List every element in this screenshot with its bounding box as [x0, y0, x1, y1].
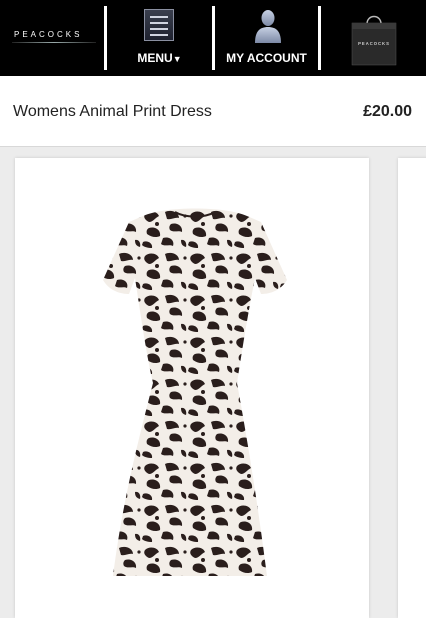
user-account-icon	[255, 10, 281, 43]
menu-button[interactable]: MENU▼	[107, 0, 212, 76]
product-image-dress	[103, 208, 287, 576]
product-price: £20.00	[363, 103, 412, 120]
product-title-bar: Womens Animal Print Dress £20.00	[0, 76, 426, 147]
logo[interactable]: PEACOCKS	[0, 0, 104, 76]
menu-text: MENU	[137, 51, 173, 65]
menu-label: MENU▼	[107, 51, 212, 65]
next-product-card[interactable]	[398, 158, 426, 618]
product-title: Womens Animal Print Dress	[13, 103, 212, 120]
menu-icon	[144, 9, 174, 41]
logo-underline	[12, 42, 96, 43]
my-account-label: MY ACCOUNT	[226, 51, 307, 65]
logo-text: PEACOCKS	[14, 30, 83, 39]
caret-down-icon: ▼	[172, 54, 182, 64]
my-account-button[interactable]: MY ACCOUNT	[215, 0, 318, 76]
top-navigation-bar: PEACOCKS MENU▼ MY ACCOUNT PEACOCKS	[0, 0, 426, 76]
shopping-bag-icon: PEACOCKS	[351, 15, 397, 66]
product-image-card[interactable]	[15, 158, 369, 618]
shopping-bag-button[interactable]: PEACOCKS	[321, 0, 426, 76]
bag-brand-text: PEACOCKS	[358, 41, 390, 46]
